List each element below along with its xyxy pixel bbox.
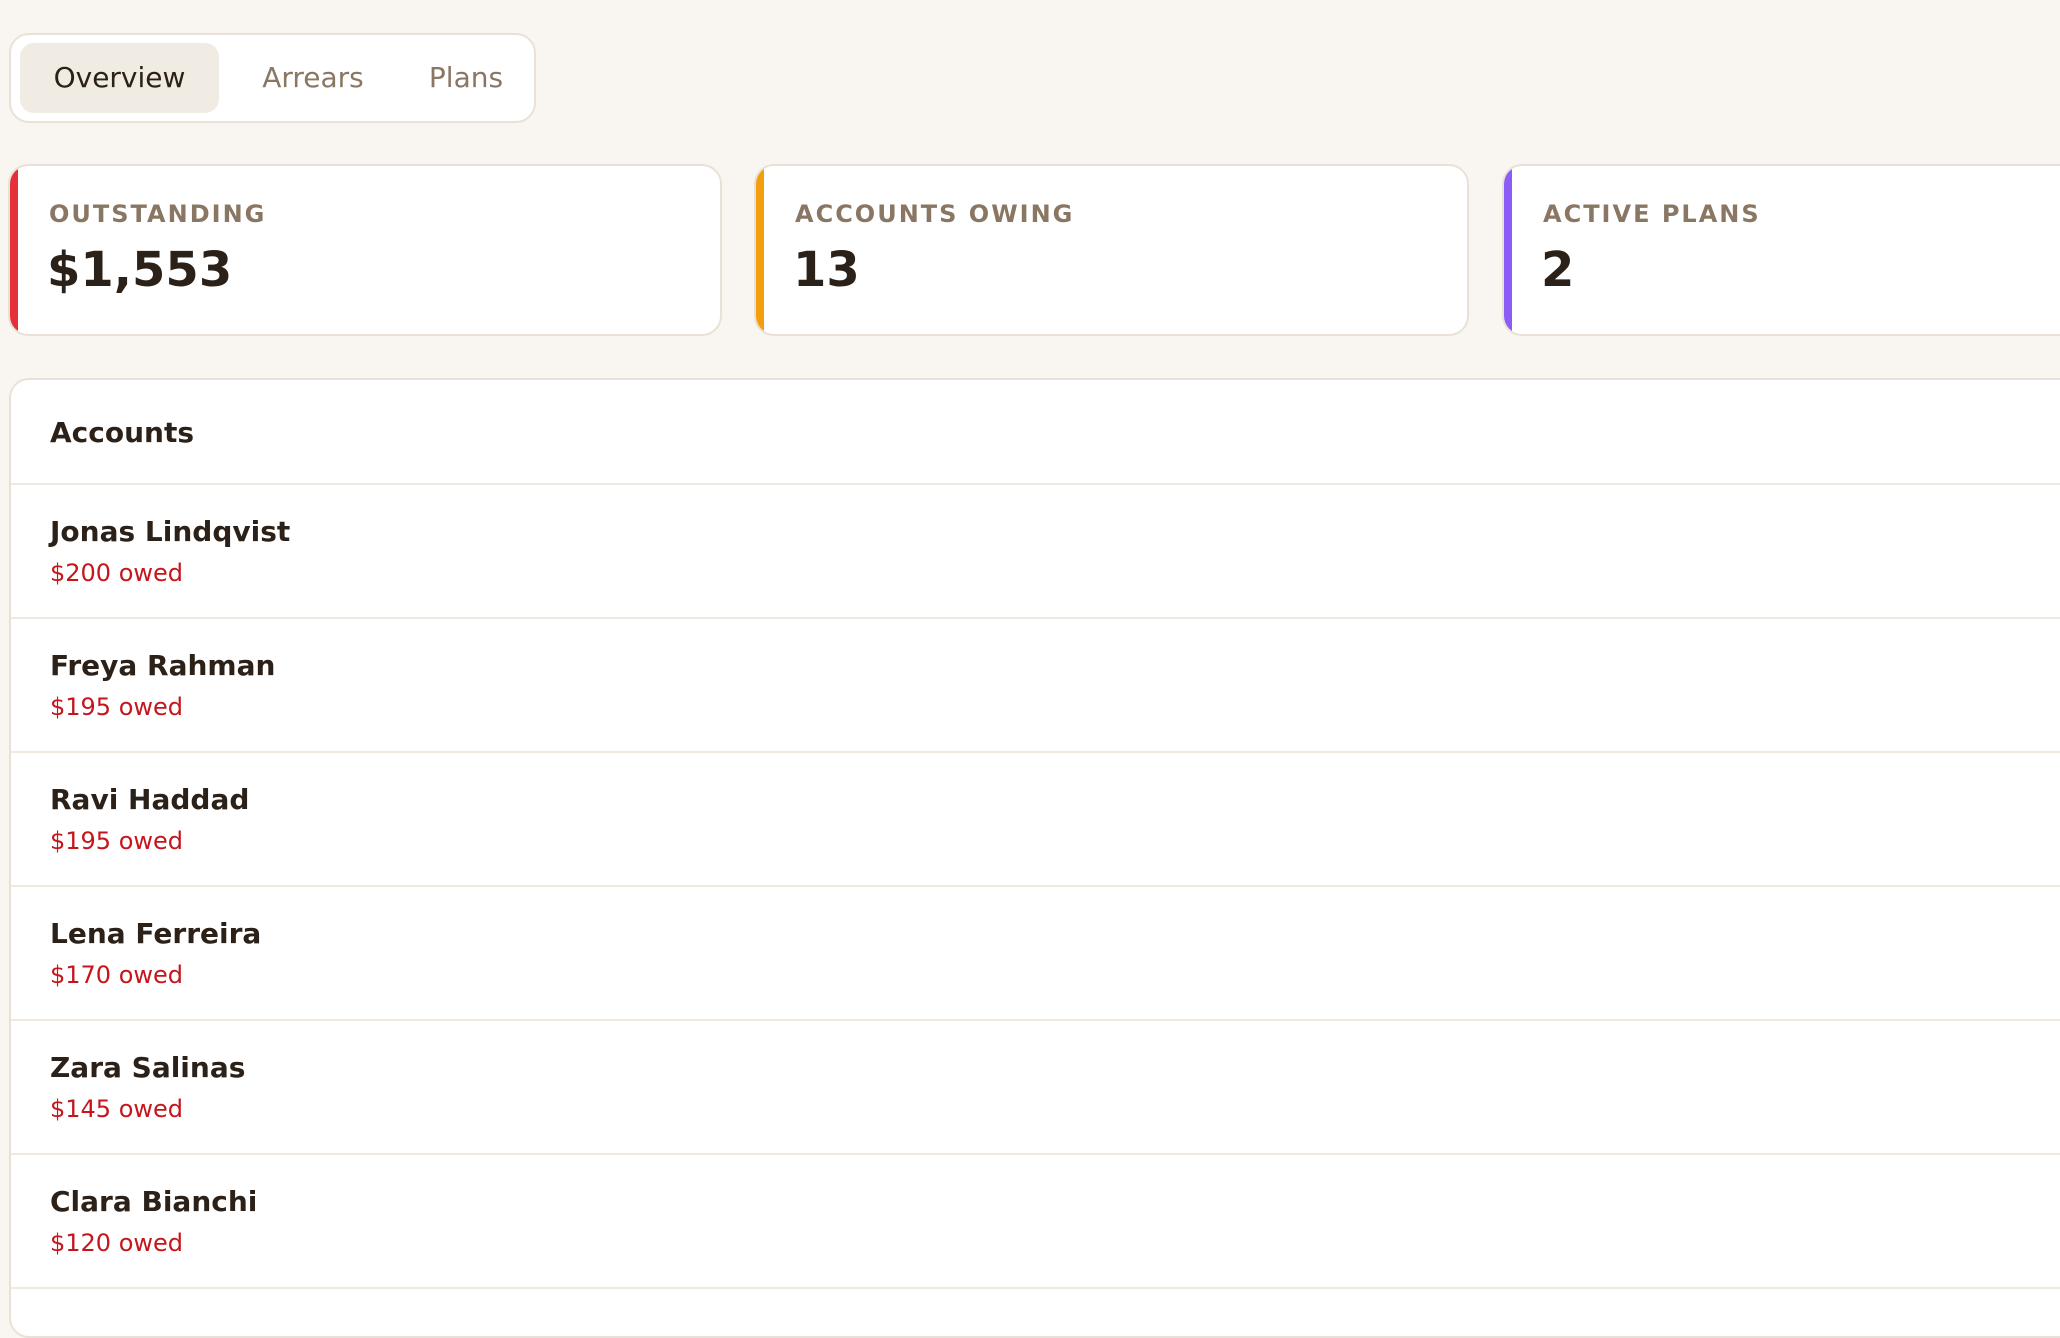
stat-card-accounts-owing: ACCOUNTS OWING 13 — [754, 164, 1469, 336]
account-name: Ravi Haddad — [50, 783, 250, 816]
account-owed-amount: $145 owed — [50, 1095, 184, 1123]
stat-label: ACCOUNTS OWING — [795, 200, 1075, 228]
stat-label: OUTSTANDING — [49, 200, 267, 228]
tab-overview[interactable]: Overview — [20, 43, 219, 113]
accounts-header: Accounts — [11, 380, 2060, 485]
account-row[interactable]: Freya Rahman $195 owed — [11, 619, 2060, 753]
tab-plans[interactable]: Plans — [397, 43, 535, 113]
tab-bar: Overview Arrears Plans — [9, 33, 536, 123]
account-row[interactable]: Zara Salinas $145 owed — [11, 1021, 2060, 1155]
account-name: Freya Rahman — [50, 649, 276, 682]
account-owed-amount: $195 owed — [50, 827, 184, 855]
account-owed-amount: $170 owed — [50, 961, 184, 989]
stat-card-active-plans: ACTIVE PLANS 2 — [1502, 164, 2060, 336]
account-name: Clara Bianchi — [50, 1185, 258, 1218]
stat-value: 13 — [793, 242, 860, 298]
account-name: Jonas Lindqvist — [50, 515, 291, 548]
account-name: Zara Salinas — [50, 1051, 246, 1084]
account-row[interactable]: Ravi Haddad $195 owed — [11, 753, 2060, 887]
stat-accent-bar — [10, 166, 18, 334]
accounts-title: Accounts — [50, 416, 195, 449]
stat-card-outstanding: OUTSTANDING $1,553 — [8, 164, 722, 336]
account-owed-amount: $195 owed — [50, 693, 184, 721]
stat-value: $1,553 — [47, 242, 233, 298]
account-owed-amount: $120 owed — [50, 1229, 184, 1257]
account-name: Lena Ferreira — [50, 917, 262, 950]
stat-value: 2 — [1541, 242, 1575, 298]
accounts-panel: Accounts Jonas Lindqvist $200 owed Freya… — [9, 378, 2060, 1338]
stat-accent-bar — [1504, 166, 1512, 334]
account-owed-amount: $200 owed — [50, 559, 184, 587]
stat-label: ACTIVE PLANS — [1543, 200, 1761, 228]
tab-arrears[interactable]: Arrears — [229, 43, 397, 113]
account-row[interactable]: Lena Ferreira $170 owed — [11, 887, 2060, 1021]
account-row[interactable]: Clara Bianchi $120 owed — [11, 1155, 2060, 1289]
account-row[interactable]: Jonas Lindqvist $200 owed — [11, 485, 2060, 619]
stat-accent-bar — [756, 166, 764, 334]
